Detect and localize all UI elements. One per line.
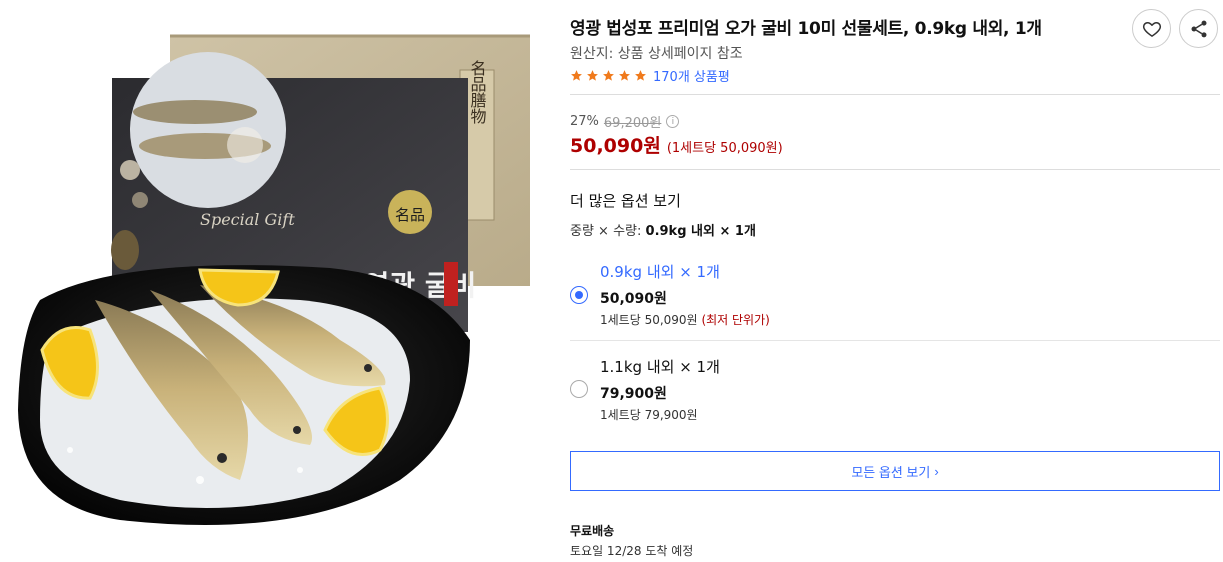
option-radio-selected[interactable] [570,286,588,304]
info-icon[interactable]: i [666,115,680,128]
rating-row[interactable]: 170개 상품평 [570,66,730,85]
star-icon [571,70,582,81]
star-icon [603,70,614,81]
divider [570,94,1220,95]
divider [570,169,1220,170]
all-options-button[interactable]: 모든 옵션 보기 › [570,451,1220,491]
star-icon [619,70,630,81]
options-heading: 더 많은 옵션 보기 [570,192,681,210]
option-label: 0.9kg 내외 × 1개 [600,263,720,281]
price-row: 50,090원 (1세트당 50,090원) [570,131,783,158]
box-fish-plate [130,52,286,208]
option-unit-text: 1세트당 79,900원 [600,408,698,422]
option-unit-text: 1세트당 50,090원 [600,313,698,327]
option-item[interactable]: 1.1kg 내외 × 1개 79,900원 1세트당 79,900원 [570,345,1220,435]
option-unit-price: 1세트당 79,900원 [600,406,698,423]
product-origin: 원산지: 상품 상세페이지 참조 [570,46,743,62]
original-price: 69,200원 [603,116,662,131]
bag-text: 名品膳物 [468,60,487,125]
box-badge-text: 名品 [395,206,425,224]
option-label: 1.1kg 내외 × 1개 [600,358,720,376]
option-radio[interactable] [570,380,588,398]
option-item[interactable]: 0.9kg 내외 × 1개 50,090원 1세트당 50,090원 (최저 단… [570,250,1220,340]
options-selection: 중량 × 수량: 0.9kg 내외 × 1개 [570,220,756,239]
star-icon [635,70,646,81]
discount-row: 27% 69,200원 i [570,112,680,131]
all-options-label: 모든 옵션 보기 [851,464,931,480]
options-selection-value: 0.9kg 내외 × 1개 [645,224,756,239]
star-icon [587,70,598,81]
product-info-panel: 영광 법성포 프리미엄 오가 굴비 10미 선물세트, 0.9kg 내외, 1개… [570,0,1220,562]
review-count-link[interactable]: 170개 상품평 [653,66,730,85]
divider [570,340,1220,341]
wishlist-button[interactable] [1132,9,1171,48]
shipping-eta: 토요일 12/28 도착 예정 [570,544,694,558]
discount-rate: 27% [570,114,599,129]
chevron-right-icon: › [934,463,939,479]
sale-price: 50,090원 [570,135,661,157]
heart-icon [1142,21,1161,37]
product-image[interactable]: 名品膳物 Special Gift 名品 영광 굴비 [0,0,550,562]
option-price: 50,090원 [600,291,667,307]
options-selection-label: 중량 × 수량: [570,224,642,239]
shipping-label: 무료배송 [570,524,615,538]
unit-price: (1세트당 50,090원) [666,141,783,156]
share-button[interactable] [1179,9,1218,48]
share-icon [1191,20,1206,37]
lowest-unit-badge: (최저 단위가) [701,313,770,327]
option-unit-price: 1세트당 50,090원 (최저 단위가) [600,311,770,328]
option-price: 79,900원 [600,386,667,402]
product-title: 영광 법성포 프리미엄 오가 굴비 10미 선물세트, 0.9kg 내외, 1개 [570,19,1042,39]
product-photo-illustration: 名品膳物 Special Gift 名品 영광 굴비 [18,34,530,525]
box-script-text: Special Gift [200,210,295,229]
